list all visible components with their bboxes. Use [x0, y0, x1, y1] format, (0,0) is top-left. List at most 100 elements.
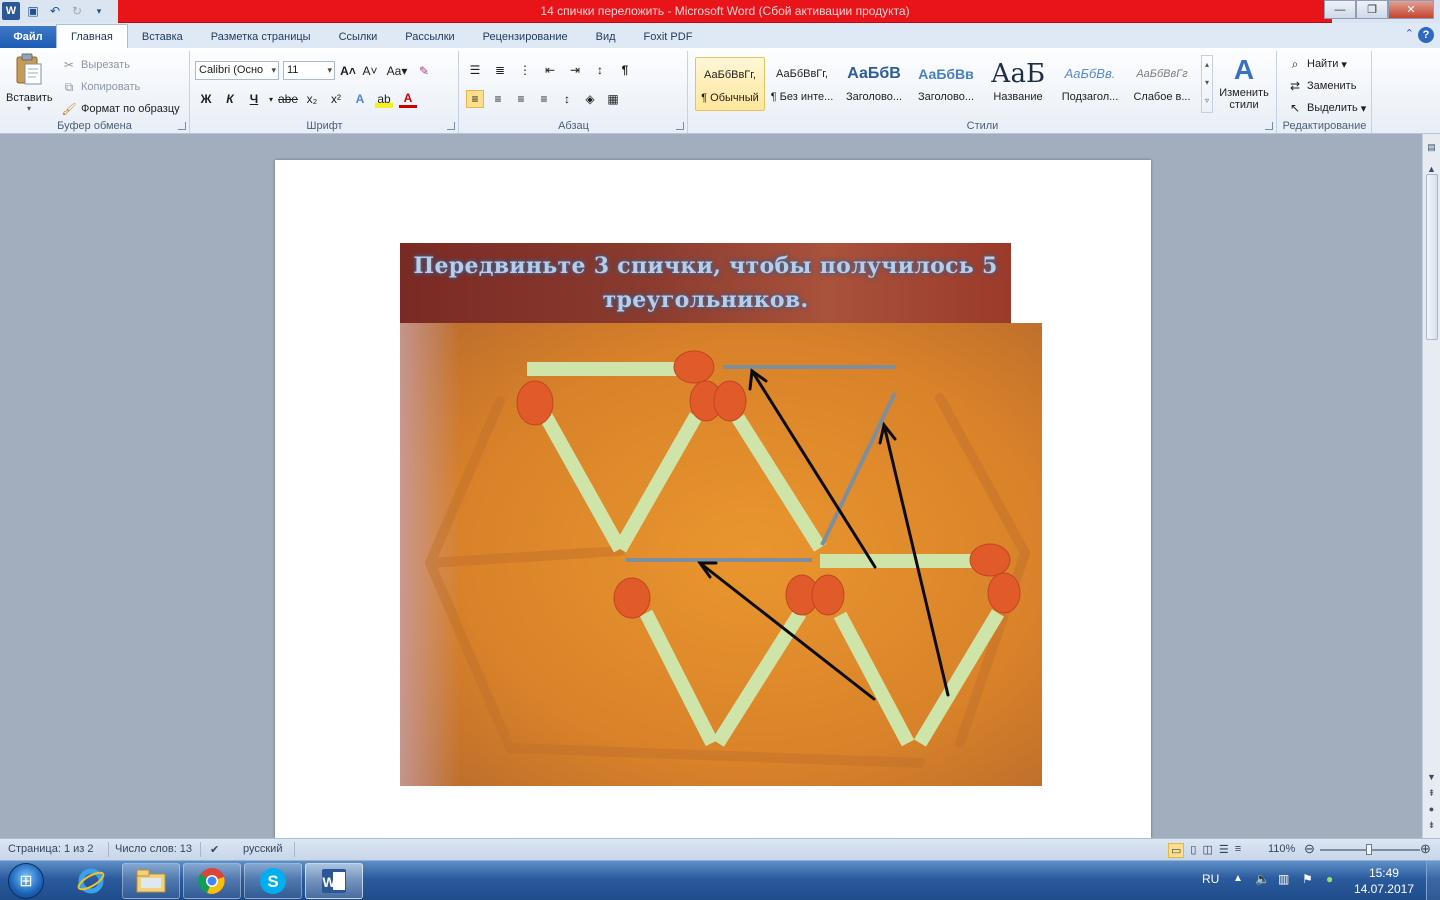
tab-file[interactable]: Файл: [0, 26, 56, 48]
align-left-icon[interactable]: ≡: [466, 90, 484, 108]
zoom-out-icon[interactable]: ⊖: [1304, 841, 1315, 857]
paragraph-launcher-icon[interactable]: [676, 122, 684, 130]
word-count[interactable]: Число слов: 13: [115, 843, 192, 855]
show-formatting-icon[interactable]: ¶: [616, 61, 634, 79]
proofing-icon[interactable]: ✔: [210, 843, 219, 856]
tab-insert[interactable]: Вставка: [128, 26, 197, 48]
strikethrough-button[interactable]: abe: [278, 90, 298, 108]
zoom-in-icon[interactable]: ⊕: [1420, 841, 1431, 857]
style-heading-2[interactable]: АаБбВв Заголово...: [911, 57, 981, 111]
print-layout-icon[interactable]: ▭: [1168, 843, 1185, 858]
borders-icon[interactable]: ▦: [604, 90, 622, 108]
bold-button[interactable]: Ж: [197, 90, 215, 108]
word-taskbar-icon[interactable]: W: [305, 863, 363, 899]
increase-indent-icon[interactable]: ⇥: [566, 61, 584, 79]
language-indicator[interactable]: русский: [243, 843, 282, 855]
font-color-icon[interactable]: A: [399, 90, 418, 108]
line-spacing-icon[interactable]: ↕: [558, 90, 576, 108]
web-layout-icon[interactable]: ◫: [1202, 843, 1212, 858]
decrease-indent-icon[interactable]: ⇤: [541, 61, 559, 79]
customize-toolbar-icon[interactable]: ▾: [90, 2, 108, 20]
tab-page-layout[interactable]: Разметка страницы: [197, 26, 325, 48]
reading-layout-icon[interactable]: ▯: [1190, 843, 1196, 858]
collapse-ribbon-icon[interactable]: ⌃: [1405, 27, 1414, 40]
superscript-icon[interactable]: x²: [327, 90, 345, 108]
tab-review[interactable]: Рецензирование: [469, 26, 582, 48]
previous-page-icon[interactable]: ⇞: [1423, 788, 1440, 799]
volume-icon[interactable]: 🔈: [1255, 872, 1270, 886]
zoom-level[interactable]: 110%: [1268, 843, 1295, 855]
change-styles-button[interactable]: A Изменить стили: [1215, 53, 1273, 111]
internet-explorer-icon[interactable]: [62, 863, 120, 899]
action-center-icon[interactable]: ⚑: [1302, 872, 1313, 886]
style-no-spacing[interactable]: АаБбВвГг, ¶ Без инте...: [767, 57, 837, 111]
underline-dropdown-icon[interactable]: ▾: [269, 95, 273, 104]
style-normal[interactable]: АаБбВвГг, ¶ Обычный: [695, 57, 765, 111]
scroll-thumb[interactable]: [1426, 174, 1438, 340]
page-count[interactable]: Страница: 1 из 2: [8, 843, 94, 855]
style-heading-1[interactable]: АаБбВ Заголово...: [839, 57, 909, 111]
redo-icon[interactable]: ↻: [68, 2, 86, 20]
bullets-icon[interactable]: ☰: [466, 61, 484, 79]
browse-object-icon[interactable]: ●: [1423, 804, 1440, 814]
align-right-icon[interactable]: ≡: [512, 90, 530, 108]
ruler-toggle-icon[interactable]: ▤: [1423, 142, 1440, 153]
paste-button[interactable]: Вставить ▾: [6, 53, 53, 113]
shrink-font-icon[interactable]: A˅: [361, 62, 379, 80]
network-icon[interactable]: ▥: [1278, 872, 1289, 886]
shading-icon[interactable]: ◈: [581, 90, 599, 108]
word-icon[interactable]: W: [2, 2, 20, 20]
close-button[interactable]: ✕: [1388, 0, 1434, 19]
cut-button[interactable]: ✂ Вырезать: [60, 56, 130, 74]
skype-icon[interactable]: S: [244, 863, 302, 899]
clock[interactable]: 15:49 14.07.2017: [1354, 865, 1414, 897]
tab-references[interactable]: Ссылки: [325, 26, 392, 48]
matchstick-puzzle-image[interactable]: [400, 323, 1042, 786]
outline-view-icon[interactable]: ☰: [1219, 843, 1229, 858]
select-button[interactable]: ↖ Выделить ▾: [1286, 99, 1366, 117]
underline-button[interactable]: Ч: [245, 90, 263, 108]
copy-button[interactable]: ⧉ Копировать: [60, 78, 141, 96]
show-desktop-button[interactable]: [1426, 861, 1440, 900]
help-icon[interactable]: ?: [1418, 27, 1434, 43]
font-size-select[interactable]: 11: [283, 61, 335, 80]
change-case-button[interactable]: Aa ▾: [383, 62, 411, 80]
tab-foxit-pdf[interactable]: Foxit PDF: [630, 26, 707, 48]
align-center-icon[interactable]: ≡: [489, 90, 507, 108]
chrome-icon[interactable]: [183, 863, 241, 899]
scroll-down-icon[interactable]: ▼: [1423, 772, 1440, 782]
styles-scroll[interactable]: ▴ ▾ ▿: [1201, 55, 1213, 113]
app-tray-icon[interactable]: ●: [1326, 872, 1333, 886]
paste-dropdown-icon[interactable]: ▾: [6, 104, 52, 113]
text-effects-icon[interactable]: A: [351, 90, 369, 108]
language-indicator-tray[interactable]: RU: [1202, 872, 1219, 886]
minimize-button[interactable]: —: [1324, 0, 1356, 19]
next-page-icon[interactable]: ⇟: [1423, 820, 1440, 831]
italic-button[interactable]: К: [221, 90, 239, 108]
maximize-button[interactable]: ❐: [1356, 0, 1388, 19]
vertical-scrollbar[interactable]: ▤ ▲ ▼ ⇞ ● ⇟: [1422, 134, 1440, 838]
zoom-slider-knob[interactable]: [1366, 844, 1372, 855]
draft-view-icon[interactable]: ≡: [1235, 843, 1241, 858]
format-painter-button[interactable]: 🖌 Формат по образцу: [60, 100, 179, 118]
zoom-slider[interactable]: [1320, 844, 1420, 855]
style-subtitle[interactable]: АаБбВв. Подзагол...: [1055, 57, 1125, 111]
styles-launcher-icon[interactable]: [1265, 122, 1273, 130]
style-subtle-emphasis[interactable]: АаБбВвГг Слабое в...: [1127, 57, 1197, 111]
font-launcher-icon[interactable]: [447, 122, 455, 130]
tab-mailings[interactable]: Рассылки: [391, 26, 468, 48]
file-explorer-icon[interactable]: [122, 863, 180, 899]
justify-icon[interactable]: ≡: [535, 90, 553, 108]
style-title[interactable]: АаБ Название: [983, 57, 1053, 111]
clear-formatting-icon[interactable]: ✎: [415, 62, 433, 80]
font-family-select[interactable]: Calibri (Осно: [195, 61, 279, 80]
replace-button[interactable]: ⇄ Заменить: [1286, 77, 1356, 95]
undo-icon[interactable]: ↶: [46, 2, 64, 20]
save-icon[interactable]: ▣: [24, 2, 42, 20]
clipboard-launcher-icon[interactable]: [178, 122, 186, 130]
highlight-icon[interactable]: ab: [375, 90, 394, 108]
find-button[interactable]: ⌕ Найти ▾: [1286, 55, 1347, 73]
scroll-up-icon[interactable]: ▲: [1423, 164, 1440, 174]
subscript-icon[interactable]: x₂: [303, 90, 321, 108]
grow-font-icon[interactable]: A˄: [339, 62, 357, 80]
